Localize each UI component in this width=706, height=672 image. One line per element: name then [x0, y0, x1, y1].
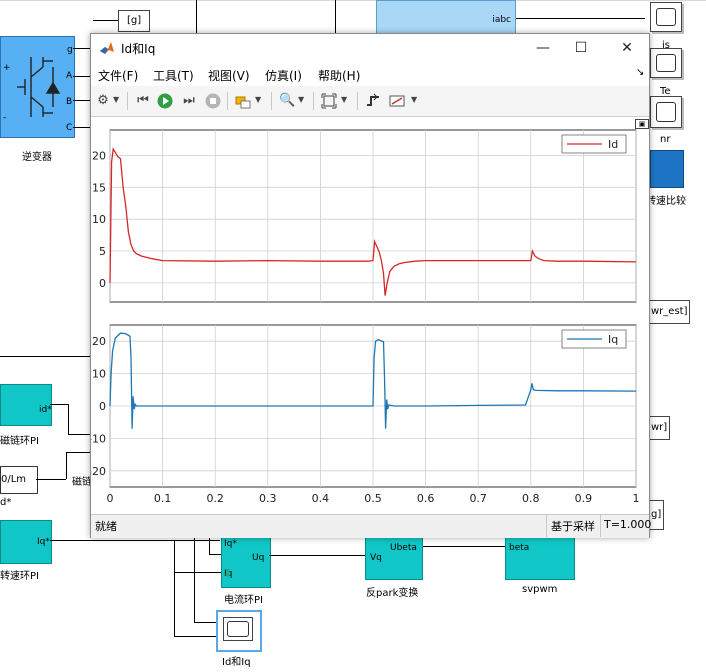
speed-pi-block[interactable]: Iq*	[0, 520, 52, 564]
iabc-port: iabc	[492, 15, 511, 25]
autoscale-dropdown-icon[interactable]: ▼	[341, 95, 347, 104]
wr-est-tag[interactable]: wr_est]	[648, 300, 691, 324]
highlight-block-icon[interactable]	[235, 93, 251, 109]
plot-area: 0 5 10 15 20 Id -20 -10 0 10 20 0 0.1 0.2 0.3 0.4 0.5 0.6…	[88, 117, 649, 514]
axes-1-ytick-label: 5	[99, 245, 106, 258]
scope-te[interactable]	[650, 48, 682, 78]
current-pi-label: 电流环PI	[224, 595, 263, 606]
id-iq-scope-label: Id和Iq	[222, 657, 251, 668]
menu-help[interactable]: 帮助(H)	[318, 67, 360, 84]
axes-2-xtick-label: 0.2	[206, 492, 224, 505]
flux-pi-label: 磁链环PI	[0, 436, 39, 447]
inverse-park-label: 反park变换	[366, 588, 419, 599]
flux-small-label: 磁链	[72, 477, 92, 488]
toolbar: ⚙ ▼ ⏮ ⏭ ▼ 🔍 ▼ ▼ ▼	[91, 86, 649, 117]
scope-nr[interactable]	[650, 96, 682, 128]
axes-1-ytick-label: 0	[99, 277, 106, 290]
axes-2-ytick-label: 10	[92, 368, 106, 381]
axes-2-xtick-label: 0	[107, 492, 114, 505]
measurements-dropdown-icon[interactable]: ▼	[411, 95, 417, 104]
settings-dropdown-icon[interactable]: ▼	[113, 95, 119, 104]
axes-2-xtick-label: 0.3	[259, 492, 277, 505]
svpwm-block[interactable]: beta	[505, 536, 575, 580]
axes-1-ytick-label: 10	[92, 213, 106, 226]
plot-svg: 0 5 10 15 20 Id -20 -10 0 10 20 0 0.1 0.2 0.3 0.4 0.5 0.6…	[88, 129, 640, 505]
window-title: Id和Iq	[121, 42, 156, 56]
axes-2-ytick-label: 20	[92, 335, 106, 348]
scope-nr-label: nr	[660, 134, 671, 145]
menu-simulation[interactable]: 仿真(I)	[265, 67, 302, 84]
axes-2-xtick-label: 0.1	[154, 492, 172, 505]
axes-2-xtick-label: 1	[633, 492, 640, 505]
simulink-canvas: { "background": { "inverter_label": "逆变器…	[0, 0, 706, 672]
flux-pi-block[interactable]: id*	[0, 384, 52, 426]
lm-gain-block[interactable]: 0/Lm	[0, 466, 38, 494]
axes-2-xtick-label: 0.7	[469, 492, 487, 505]
flux-pi-port: id*	[39, 405, 52, 415]
minimize-button[interactable]: —	[533, 38, 553, 58]
step-forward-icon[interactable]: ⏭	[181, 93, 197, 109]
legend-label-iq: Iq	[608, 333, 618, 346]
axes-2-xtick-label: 0.6	[417, 492, 435, 505]
current-pi-port-iq-star: Iq*	[224, 539, 237, 549]
scope-window[interactable]: Id和Iq — ☐ ✕ 文件(F) 工具(T) 视图(V) 仿真(I) 帮助(H…	[88, 33, 652, 538]
d-star-label: d*	[0, 497, 12, 508]
menu-undock-icon[interactable]: ↘	[636, 67, 644, 78]
close-button[interactable]: ✕	[617, 38, 637, 58]
inverse-park-port-ubeta: Ubeta	[390, 543, 417, 553]
speed-pi-label: 转速环PI	[0, 571, 39, 582]
maximize-button[interactable]: ☐	[571, 38, 591, 58]
trigger-icon[interactable]	[365, 93, 381, 109]
axes-2-xtick-label: 0.4	[312, 492, 330, 505]
menu-tools[interactable]: 工具(T)	[153, 67, 194, 84]
axes-2-xtick-label: 0.5	[364, 492, 382, 505]
svpwm-label: svpwm	[522, 584, 558, 595]
axes-2-xtick-label: 0.9	[575, 492, 593, 505]
id-iq-scope-block[interactable]	[216, 610, 262, 652]
autoscale-icon[interactable]	[321, 93, 337, 109]
axes-1-ytick-label: 15	[92, 181, 106, 194]
axes-2-xtick-label: 0.8	[522, 492, 540, 505]
menu-bar: 文件(F) 工具(T) 视图(V) 仿真(I) 帮助(H) ↘	[91, 62, 649, 86]
status-bar: 就绪 基于采样 T=1.000	[91, 514, 652, 538]
menu-view[interactable]: 视图(V)	[208, 67, 250, 84]
inverse-park-port-vq: Vq	[370, 553, 382, 563]
stop-icon[interactable]	[205, 93, 221, 109]
status-time: T=1.000	[604, 518, 652, 531]
svpwm-port-beta: beta	[509, 543, 530, 553]
axes-1-ytick-label: 20	[92, 149, 106, 162]
axes-2-ytick-label: -20	[91, 465, 106, 478]
link-icon: ⬇	[223, 567, 233, 580]
legend-label-id: Id	[608, 138, 618, 151]
igbt-icon	[17, 57, 61, 117]
current-pi-port-uq: Uq	[252, 553, 265, 563]
lm-gain-text: 0/Lm	[1, 474, 27, 485]
run-icon[interactable]	[157, 93, 173, 109]
axes-2-ytick-label: 0	[99, 400, 106, 413]
inverse-park-block[interactable]: Vq Ubeta	[365, 536, 423, 580]
measurements-icon[interactable]	[389, 93, 405, 109]
status-sampling: 基于采样	[551, 520, 595, 533]
highlight-dropdown-icon[interactable]: ▼	[255, 95, 261, 104]
zoom-dropdown-icon[interactable]: ▼	[298, 95, 304, 104]
goto-g-tag[interactable]: [g]	[118, 10, 151, 32]
step-back-icon[interactable]: ⏮	[135, 93, 151, 109]
speed-pi-port: Iq*	[37, 537, 50, 547]
measurement-block[interactable]: iabc	[376, 0, 516, 35]
settings-gear-icon[interactable]: ⚙	[95, 93, 111, 109]
inverter-block[interactable]: + - g A B C	[0, 36, 75, 138]
scope-is[interactable]	[650, 2, 682, 32]
matlab-logo-icon	[99, 40, 115, 56]
zoom-in-icon[interactable]: 🔍	[279, 93, 295, 109]
title-bar[interactable]: Id和Iq — ☐ ✕	[91, 34, 649, 62]
status-ready: 就绪	[95, 520, 117, 533]
wr-tag[interactable]: wr]	[648, 416, 671, 440]
axes-2-ytick-label: -10	[91, 432, 106, 445]
undock-axes-icon[interactable]: ▣	[635, 119, 649, 129]
menu-file[interactable]: 文件(F)	[98, 67, 138, 84]
inverter-label: 逆变器	[22, 152, 52, 163]
speed-compare-label: 转速比较	[646, 196, 686, 207]
speed-compare-block[interactable]	[650, 150, 684, 188]
